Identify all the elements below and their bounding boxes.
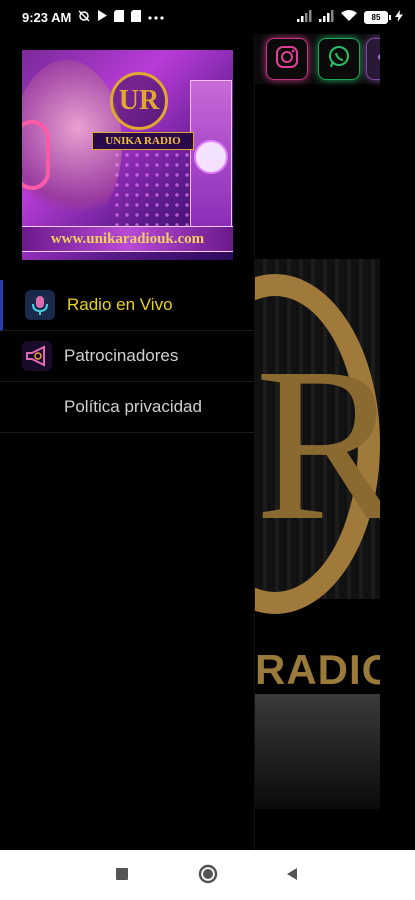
signal-icon — [319, 9, 334, 25]
back-button[interactable] — [280, 864, 304, 888]
back-triangle-icon — [285, 867, 299, 886]
more-icon — [148, 11, 164, 23]
signal-icon — [297, 9, 312, 25]
sync-off-icon — [78, 9, 90, 25]
system-nav-bar — [0, 850, 415, 900]
battery-level: 85 — [371, 12, 381, 22]
menu-item-label: Política privacidad — [64, 397, 202, 416]
menu-item-politica-privacidad[interactable]: Política privacidad — [0, 382, 254, 433]
whatsapp-icon — [326, 44, 352, 75]
play-icon — [97, 10, 108, 24]
megaphone-icon — [22, 341, 52, 371]
status-time: 9:23 AM — [22, 9, 72, 25]
menu-item-label: Patrocinadores — [64, 346, 179, 365]
clock-face-graphic — [194, 140, 228, 174]
brand-text: UNIKA RADIO — [92, 132, 194, 150]
share-icon — [375, 45, 380, 74]
logo-letter: R — [255, 322, 380, 566]
status-right: 85 — [297, 9, 403, 25]
charging-icon — [395, 9, 403, 25]
unika-radio-logo: UR — [110, 72, 168, 130]
navigation-drawer: UR UNIKA RADIO www.unikaradiouk.com Radi… — [0, 34, 255, 850]
drawer-menu: Radio en Vivo Patrocinadores Política pr… — [0, 280, 254, 433]
home-button[interactable] — [196, 864, 220, 888]
sim-icon — [114, 9, 125, 25]
status-bar: 9:23 AM 85 — [0, 0, 415, 34]
whatsapp-button[interactable] — [318, 38, 360, 80]
instagram-icon — [274, 44, 300, 75]
circle-icon — [198, 864, 218, 889]
logo-reflection — [255, 694, 380, 809]
website-url: www.unikaradiouk.com — [22, 226, 233, 252]
battery-icon: 85 — [364, 10, 391, 24]
drawer-header-image: UR UNIKA RADIO www.unikaradiouk.com — [22, 50, 233, 260]
menu-item-radio-en-vivo[interactable]: Radio en Vivo — [0, 280, 254, 331]
microphone-icon — [25, 290, 55, 320]
headphone-graphic — [22, 120, 50, 190]
square-icon — [115, 867, 129, 886]
share-button[interactable] — [366, 38, 380, 80]
sim-icon — [131, 9, 142, 25]
menu-item-label: Radio en Vivo — [67, 295, 173, 314]
recents-button[interactable] — [110, 864, 134, 888]
instagram-button[interactable] — [266, 38, 308, 80]
radio-logo-text: RADIO — [255, 646, 380, 693]
wifi-icon — [341, 9, 357, 25]
menu-item-patrocinadores[interactable]: Patrocinadores — [0, 331, 254, 382]
status-left: 9:23 AM — [22, 9, 164, 25]
